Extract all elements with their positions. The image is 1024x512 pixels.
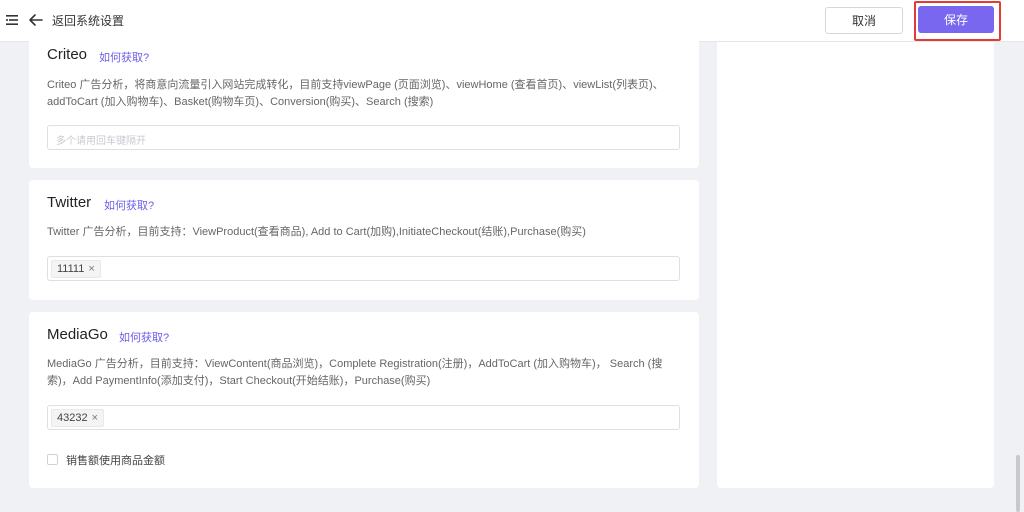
use-product-amount-label[interactable]: 销售额使用商品金额 [66, 452, 165, 468]
page-scrollbar[interactable] [1016, 455, 1020, 512]
criteo-title: Criteo [47, 46, 88, 63]
tag-close-icon[interactable]: × [92, 412, 98, 424]
mediago-how-to-get-link[interactable]: 如何获取? [119, 329, 169, 345]
mediago-title: MediaGo [47, 326, 108, 343]
mediago-card: MediaGo 如何获取? MediaGo 广告分析，目前支持：ViewCont… [29, 312, 699, 488]
mediago-id-input[interactable]: 43232 × [47, 405, 680, 430]
mediago-description-line-1: MediaGo 广告分析，目前支持：ViewContent(商品浏览)，Comp… [47, 358, 663, 370]
menu-icon[interactable] [6, 14, 18, 26]
cancel-button[interactable]: 取消 [825, 7, 903, 34]
back-arrow-icon[interactable] [28, 12, 44, 28]
twitter-description: Twitter 广告分析，目前支持：ViewProduct(查看商品), Add… [47, 226, 586, 238]
mediago-id-tag: 43232 × [51, 409, 105, 427]
twitter-id-tag-label: 11111 [57, 263, 85, 275]
mediago-description: MediaGo 广告分析，目前支持：ViewContent(商品浏览)，Comp… [47, 356, 687, 390]
twitter-id-input[interactable]: 11111 × [47, 256, 680, 281]
twitter-id-tag: 11111 × [51, 260, 101, 278]
back-to-settings-link[interactable]: 返回系统设置 [52, 12, 124, 29]
right-side-panel [717, 42, 994, 488]
criteo-id-input[interactable]: 多个请用回车键隔开 [47, 125, 680, 150]
tag-close-icon[interactable]: × [88, 263, 94, 275]
twitter-title: Twitter [47, 194, 92, 211]
criteo-description-line-1: Criteo 广告分析，将商意向流量引入网站完成转化，目前支持viewPage … [47, 79, 664, 91]
twitter-card: Twitter 如何获取? Twitter 广告分析，目前支持：ViewProd… [29, 180, 699, 300]
use-product-amount-checkbox[interactable] [47, 454, 58, 465]
mediago-description-line-2: 索)，Add PaymentInfo(添加支付)，Start Checkout(… [47, 375, 431, 387]
criteo-card: Criteo 如何获取? Criteo 广告分析，将商意向流量引入网站完成转化，… [29, 36, 699, 168]
criteo-description: Criteo 广告分析，将商意向流量引入网站完成转化，目前支持viewPage … [47, 77, 687, 111]
twitter-how-to-get-link[interactable]: 如何获取? [104, 197, 154, 213]
save-button[interactable]: 保存 [918, 6, 994, 33]
criteo-input-placeholder: 多个请用回车键隔开 [56, 136, 146, 147]
criteo-description-line-2: addToCart (加入购物车)、Basket(购物车页)、Conversio… [47, 96, 434, 108]
criteo-how-to-get-link[interactable]: 如何获取? [99, 49, 149, 65]
mediago-id-tag-label: 43232 [57, 412, 88, 424]
